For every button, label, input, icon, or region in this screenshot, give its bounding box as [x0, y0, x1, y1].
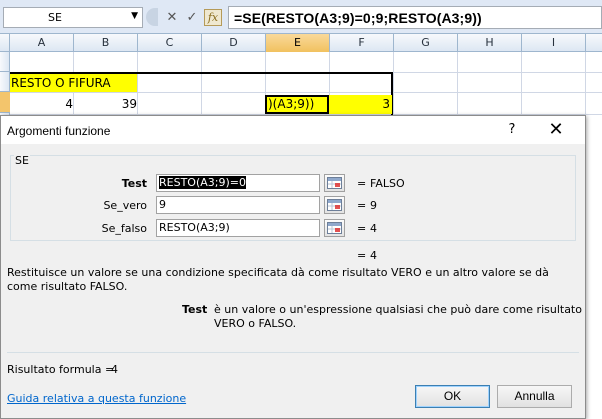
column-header-e[interactable]: E: [266, 34, 330, 52]
argument-description-text: è un valore o un'espressione qualsiasi c…: [214, 303, 582, 330]
gridline: [201, 52, 202, 120]
arg-result-se-vero: 9: [370, 199, 377, 212]
arg-equals: =: [357, 199, 367, 212]
divider: [7, 352, 579, 353]
row-header-1[interactable]: [0, 52, 10, 72]
arg-label-test: Test: [121, 177, 147, 190]
insert-function-icon[interactable]: fx: [204, 9, 222, 26]
formula-bar-expand-handle[interactable]: [146, 8, 158, 26]
gridline: [137, 52, 138, 120]
se-vero-input[interactable]: 9: [156, 196, 320, 214]
formula-text: =SE(RESTO(A3;9)=0;9;RESTO(A3;9)): [234, 10, 482, 26]
row-header-3[interactable]: [0, 92, 10, 113]
column-header-b[interactable]: B: [74, 34, 138, 52]
formula-result-label: Risultato formula =: [7, 363, 115, 376]
cell-f3[interactable]: 3: [329, 95, 392, 114]
active-cell-e3[interactable]: )(A3;9)): [265, 95, 329, 114]
select-all-corner[interactable]: [0, 34, 10, 52]
arg-equals: =: [357, 222, 367, 235]
arg-equals: =: [357, 177, 367, 190]
gridline: [393, 52, 394, 120]
arg-label-se-falso: Se_falso: [101, 222, 147, 235]
overall-equals: =: [357, 249, 367, 262]
confirm-edit-icon[interactable]: ✓: [184, 9, 200, 26]
cancel-button[interactable]: Annulla: [497, 385, 572, 408]
argument-description-name: Test: [182, 303, 208, 316]
formula-result-value: 4: [111, 363, 118, 376]
column-headers: A B C D E F G H I: [0, 34, 602, 52]
help-icon[interactable]: ?: [501, 120, 523, 140]
title-cell-text: RESTO O FIFURA: [11, 76, 111, 90]
table-border: [10, 72, 393, 74]
overall-result: 4: [370, 249, 377, 262]
dialog-title-bar[interactable]: Argomenti funzione ? ✕: [1, 116, 585, 144]
column-header-i[interactable]: I: [522, 34, 586, 52]
collapse-dialog-icon[interactable]: [324, 174, 345, 192]
column-header-c[interactable]: C: [138, 34, 202, 52]
name-box-value: SE: [48, 11, 62, 24]
gridline: [585, 52, 586, 120]
test-input-value: RESTO(A3;9)=0: [159, 176, 246, 189]
column-header-d[interactable]: D: [202, 34, 266, 52]
dialog-title: Argomenti funzione: [7, 124, 111, 138]
formula-controls: ✕ ✓ fx: [146, 6, 226, 29]
se-falso-input[interactable]: RESTO(A3;9): [156, 219, 320, 237]
close-icon[interactable]: ✕: [541, 119, 571, 141]
gridline: [457, 52, 458, 120]
name-box-dropdown-icon[interactable]: ▼: [131, 11, 138, 21]
arg-label-se-vero: Se_vero: [103, 199, 147, 212]
function-arguments-dialog: Argomenti funzione ? ✕ SE Test RESTO(A3;…: [0, 115, 586, 419]
function-help-link[interactable]: Guida relativa a questa funzione: [7, 392, 186, 405]
title-cell[interactable]: RESTO O FIFURA: [10, 73, 137, 92]
function-name-label: SE: [14, 154, 30, 167]
column-header-a[interactable]: A: [10, 34, 74, 52]
function-description: Restituisce un valore se una condizione …: [7, 266, 549, 293]
ok-button[interactable]: OK: [415, 385, 490, 408]
column-header-h[interactable]: H: [458, 34, 522, 52]
arg-result-se-falso: 4: [370, 222, 377, 235]
cell-b3[interactable]: 39: [74, 95, 137, 114]
collapse-dialog-icon[interactable]: [324, 196, 345, 214]
formula-input[interactable]: =SE(RESTO(A3;9)=0;9;RESTO(A3;9)): [228, 6, 602, 29]
row-header-2[interactable]: [0, 72, 10, 92]
cancel-edit-icon[interactable]: ✕: [164, 9, 180, 26]
formula-bar: SE ▼ ✕ ✓ fx =SE(RESTO(A3;9)=0;9;RESTO(A3…: [0, 0, 602, 34]
column-header-j[interactable]: [586, 34, 602, 52]
arg-result-test: FALSO: [370, 177, 405, 190]
spreadsheet-grid[interactable]: A B C D E F G H I RESTO O FIFURA 4 39 )(…: [0, 34, 602, 120]
row-headers: [0, 52, 10, 120]
dialog-content: SE Test RESTO(A3;9)=0 = FALSO Se_vero 9 …: [1, 144, 585, 418]
gridline: [10, 92, 602, 93]
name-box[interactable]: SE ▼: [3, 7, 143, 28]
collapse-dialog-icon[interactable]: [324, 219, 345, 237]
test-input[interactable]: RESTO(A3;9)=0: [156, 174, 320, 192]
column-header-f[interactable]: F: [330, 34, 394, 52]
column-header-g[interactable]: G: [394, 34, 458, 52]
gridline: [521, 52, 522, 120]
cell-a3[interactable]: 4: [10, 95, 73, 114]
